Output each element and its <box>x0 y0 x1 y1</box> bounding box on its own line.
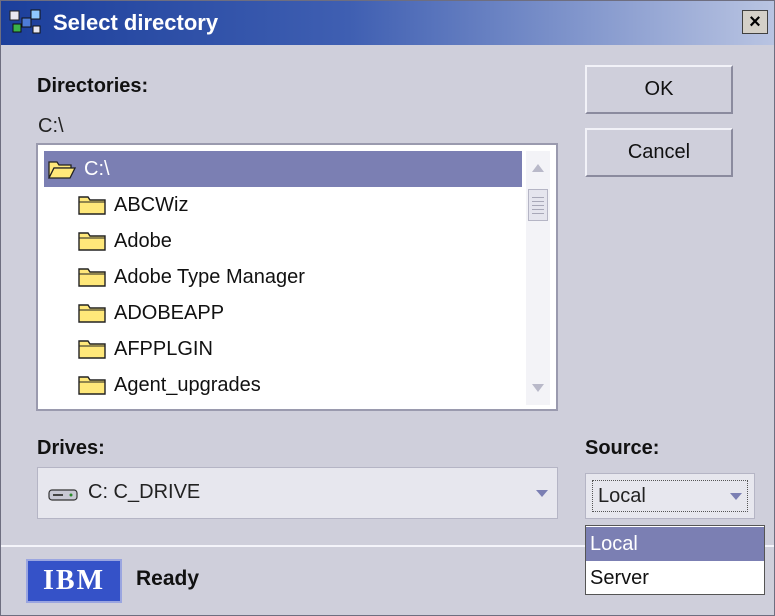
list-item-label: C:\ <box>84 157 110 180</box>
drives-label: Drives: <box>37 437 105 459</box>
source-value: Local <box>598 485 646 507</box>
folder-icon <box>78 340 106 359</box>
status-text: Ready <box>136 567 200 590</box>
source-label: Source: <box>585 437 660 459</box>
folder-icon <box>78 268 106 287</box>
list-item-label: Agent_upgrades <box>114 373 261 396</box>
list-item[interactable]: AFPPLGIN <box>78 331 518 367</box>
folder-icon <box>78 196 106 215</box>
drive-icon <box>48 489 78 501</box>
select-directory-dialog: Select directory × Directories: C:\ OK C… <box>0 0 775 616</box>
directory-scrollbar[interactable] <box>526 151 550 405</box>
ibm-logo: IBM <box>26 559 122 603</box>
source-dropdown-menu: Local Server <box>585 525 765 595</box>
folder-icon <box>78 232 106 251</box>
drives-dropdown[interactable]: C: C_DRIVE <box>37 467 558 519</box>
list-item-label: Adobe Type Manager <box>114 265 305 288</box>
list-item[interactable]: C:\ <box>44 151 522 187</box>
source-option-server[interactable]: Server <box>586 561 764 595</box>
source-option-local[interactable]: Local <box>586 527 764 561</box>
list-item[interactable]: Adobe Type Manager <box>78 259 518 295</box>
scroll-thumb[interactable] <box>528 189 548 221</box>
source-dropdown[interactable]: Local <box>585 473 755 519</box>
folder-open-icon <box>48 161 76 179</box>
folder-icon <box>78 304 106 323</box>
current-path: C:\ <box>38 115 64 137</box>
list-item-label: AFPPLGIN <box>114 337 213 360</box>
folder-icon <box>78 376 106 395</box>
list-item[interactable]: Agent_upgrades <box>78 367 518 403</box>
list-item-label: Adobe <box>114 229 172 252</box>
window-title: Select directory <box>53 10 219 35</box>
close-icon: × <box>749 11 761 33</box>
drives-value: C: C_DRIVE <box>88 481 201 503</box>
directory-list-items: C:\ ABCWiz Adobe Adobe Type Manager ADOBEAPP… <box>44 151 522 405</box>
cancel-button[interactable]: Cancel <box>585 128 733 177</box>
directories-label: Directories: <box>37 75 149 97</box>
chevron-down-icon <box>730 493 742 500</box>
directory-list[interactable]: C:\ ABCWiz Adobe Adobe Type Manager ADOBEAPP… <box>36 143 558 411</box>
list-item[interactable]: Adobe <box>78 223 518 259</box>
app-icon <box>9 9 41 34</box>
close-button[interactable]: × <box>742 10 768 34</box>
chevron-down-icon <box>536 490 548 497</box>
title-bar[interactable]: Select directory × <box>1 1 774 45</box>
list-item-label: ADOBEAPP <box>114 301 225 324</box>
scroll-up-icon[interactable] <box>531 163 545 173</box>
list-item-label: ABCWiz <box>114 193 189 216</box>
scroll-down-icon[interactable] <box>531 383 545 393</box>
ok-button[interactable]: OK <box>585 65 733 114</box>
list-item[interactable]: ADOBEAPP <box>78 295 518 331</box>
list-item[interactable]: ABCWiz <box>78 187 518 223</box>
